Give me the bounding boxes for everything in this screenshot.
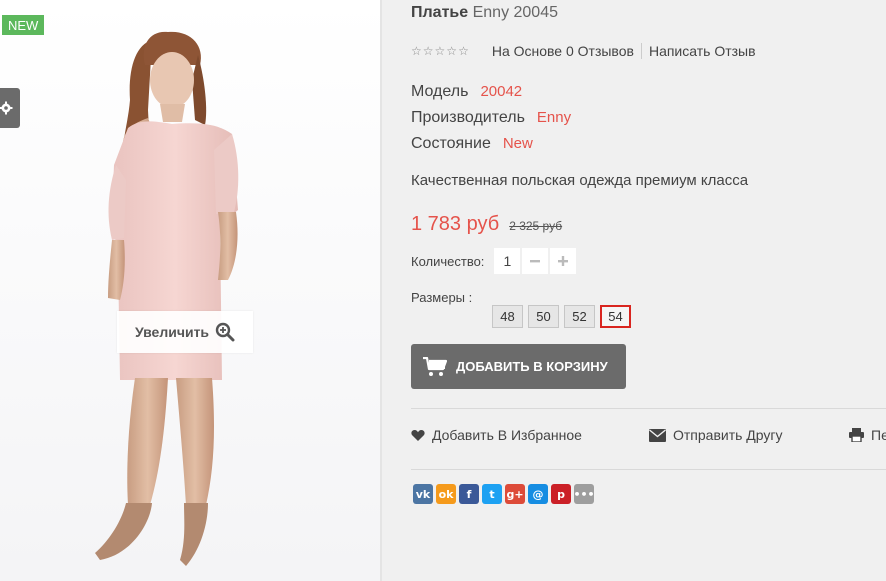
star-empty-icon: ☆	[411, 44, 422, 58]
product-actions: Добавить В Избранное Отправить Другу Пе	[411, 427, 886, 445]
printer-icon	[849, 428, 864, 442]
reviews-link[interactable]: На Основе 0 Отзывов	[492, 43, 634, 59]
minus-icon	[530, 260, 541, 263]
size-option[interactable]: 48	[492, 305, 523, 328]
sizes-label: Размеры :	[411, 290, 473, 305]
spec-list: Модель 20042 Производитель Enny Состояни…	[411, 79, 571, 157]
settings-tab[interactable]	[0, 88, 20, 128]
product-name: Платье	[411, 4, 469, 21]
spec-label: Состояние	[411, 135, 491, 152]
spec-row-condition: Состояние New	[411, 131, 571, 157]
pinterest-icon[interactable]: p	[551, 484, 571, 504]
social-share-bar: vk ok f t g+ @ p •••	[413, 484, 595, 504]
spec-row-model: Модель 20042	[411, 79, 571, 105]
quantity-increase-button[interactable]	[550, 248, 577, 274]
cart-icon	[423, 356, 447, 376]
spec-label: Модель	[411, 83, 469, 100]
send-to-friend-link[interactable]: Отправить Другу	[649, 427, 783, 443]
quantity-row: Количество: 1	[411, 248, 578, 274]
add-to-cart-label: ДОБАВИТЬ В КОРЗИНУ	[456, 359, 608, 374]
manufacturer-link[interactable]: Enny	[537, 105, 571, 131]
new-badge: NEW	[2, 15, 45, 35]
envelope-icon	[649, 428, 666, 442]
rating-row: ☆ ☆ ☆ ☆ ☆ На Основе 0 Отзывов Написать О…	[411, 43, 756, 59]
odnoklassniki-icon[interactable]: ok	[436, 484, 456, 504]
product-title-model: Enny 20045	[472, 4, 558, 21]
gear-icon	[0, 101, 13, 115]
product-photo[interactable]	[0, 0, 380, 581]
quantity-label: Количество:	[411, 253, 485, 269]
plus-icon	[558, 256, 569, 266]
add-to-wishlist-link[interactable]: Добавить В Избранное	[411, 427, 582, 443]
star-empty-icon: ☆	[446, 44, 458, 58]
mailru-icon[interactable]: @	[528, 484, 548, 504]
googleplus-icon[interactable]: g+	[505, 484, 525, 504]
print-label: Пе	[871, 427, 886, 443]
divider	[411, 469, 886, 470]
spec-value: New	[502, 135, 533, 152]
size-option[interactable]: 50	[528, 305, 559, 328]
price-old: 2 325 руб	[509, 219, 563, 233]
product-gallery: NEW Увеличить	[0, 0, 380, 581]
star-empty-icon: ☆	[434, 44, 446, 58]
facebook-icon[interactable]: f	[459, 484, 479, 504]
product-description: Качественная польская одежда премиум кла…	[411, 172, 749, 189]
twitter-icon[interactable]: t	[482, 484, 502, 504]
wishlist-label: Добавить В Избранное	[432, 427, 582, 443]
separator	[640, 43, 642, 59]
spec-value: 20042	[480, 83, 523, 100]
gallery-divider	[380, 0, 382, 581]
size-option-selected[interactable]: 54	[600, 305, 631, 328]
size-options: 48 50 52 54	[492, 305, 631, 328]
write-review-link[interactable]: Написать Отзыв	[649, 43, 756, 59]
spec-label: Производитель	[411, 109, 525, 126]
price-new: 1 783 руб	[411, 213, 500, 235]
spec-row-manufacturer: Производитель Enny	[411, 105, 571, 131]
quantity-input[interactable]: 1	[494, 248, 521, 274]
divider	[411, 408, 886, 409]
zoom-button[interactable]: Увеличить	[117, 311, 253, 353]
add-to-cart-button[interactable]: ДОБАВИТЬ В КОРЗИНУ	[411, 344, 626, 389]
print-link[interactable]: Пе	[849, 427, 886, 443]
product-title: Платье Enny 20045	[411, 4, 558, 22]
size-option[interactable]: 52	[564, 305, 595, 328]
quantity-decrease-button[interactable]	[522, 248, 549, 274]
star-empty-icon: ☆	[458, 44, 469, 58]
price-block: 1 783 руб 2 325 руб	[411, 213, 562, 236]
zoom-label: Увеличить	[134, 324, 210, 340]
zoom-in-icon	[215, 322, 235, 342]
rating-stars: ☆ ☆ ☆ ☆ ☆	[411, 44, 469, 58]
heart-icon	[411, 429, 425, 441]
more-icon[interactable]: •••	[573, 484, 595, 504]
product-details: Платье Enny 20045 ☆ ☆ ☆ ☆ ☆ На Основе 0 …	[411, 0, 886, 581]
vk-icon[interactable]: vk	[413, 484, 433, 504]
star-empty-icon: ☆	[422, 44, 434, 58]
send-friend-label: Отправить Другу	[673, 427, 783, 443]
